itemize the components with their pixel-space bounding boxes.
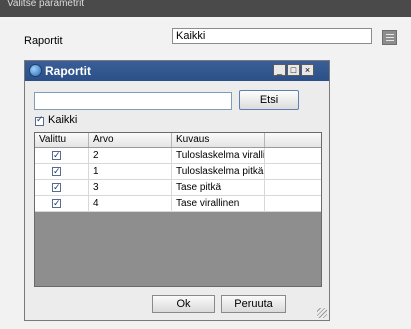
maximize-button[interactable]: □: [287, 64, 300, 76]
window-title: Valitse parametrit: [7, 0, 85, 9]
row-checkbox[interactable]: [52, 181, 61, 195]
search-button[interactable]: Etsi: [239, 90, 299, 110]
row-description: Tase virallinen: [172, 196, 265, 211]
reports-parameter-field[interactable]: Kaikki: [172, 28, 372, 44]
reports-table: Valittu Arvo Kuvaus 2 Tuloslaskelma vira…: [34, 132, 322, 287]
ok-button[interactable]: Ok: [152, 295, 215, 313]
table-row[interactable]: 4 Tase virallinen: [35, 196, 321, 212]
select-all-checkbox[interactable]: [35, 115, 44, 126]
row-checkbox[interactable]: [52, 165, 61, 179]
dialog-title: Raportit: [45, 64, 91, 78]
row-selected-cell: [35, 148, 89, 163]
select-all-label: Kaikki: [48, 114, 78, 126]
column-header-selected[interactable]: Valittu: [35, 133, 89, 147]
row-selected-cell: [35, 196, 89, 211]
row-value: 2: [89, 148, 172, 163]
row-description: Tase pitkä: [172, 180, 265, 195]
row-description: Tuloslaskelma pitkä: [172, 164, 265, 179]
globe-icon: [29, 64, 42, 77]
row-selected-cell: [35, 164, 89, 179]
search-input[interactable]: [34, 92, 232, 110]
table-row[interactable]: 1 Tuloslaskelma pitkä: [35, 164, 321, 180]
table-row[interactable]: 2 Tuloslaskelma viralli...: [35, 148, 321, 164]
column-header-description[interactable]: Kuvaus: [172, 133, 265, 147]
row-value: 3: [89, 180, 172, 195]
close-button[interactable]: ×: [301, 64, 314, 76]
cancel-button[interactable]: Peruuta: [221, 295, 286, 313]
row-description: Tuloslaskelma viralli...: [172, 148, 265, 163]
row-selected-cell: [35, 180, 89, 195]
column-header-value[interactable]: Arvo: [89, 133, 172, 147]
reports-dialog: Raportit _ □ × Etsi Kaikki Valittu Arvo …: [24, 60, 330, 321]
row-checkbox[interactable]: [52, 149, 61, 163]
minimize-button[interactable]: _: [273, 64, 286, 76]
menu-icon[interactable]: [382, 30, 397, 45]
dialog-title-bar[interactable]: Raportit _ □ ×: [25, 61, 329, 81]
row-value: 1: [89, 164, 172, 179]
row-value: 4: [89, 196, 172, 211]
table-header: Valittu Arvo Kuvaus: [35, 133, 321, 148]
window-title-bar: Valitse parametrit: [0, 0, 411, 17]
row-checkbox[interactable]: [52, 197, 61, 211]
table-row[interactable]: 3 Tase pitkä: [35, 180, 321, 196]
resize-grip-icon[interactable]: [317, 308, 327, 318]
reports-parameter-label: Raportit: [24, 35, 63, 47]
